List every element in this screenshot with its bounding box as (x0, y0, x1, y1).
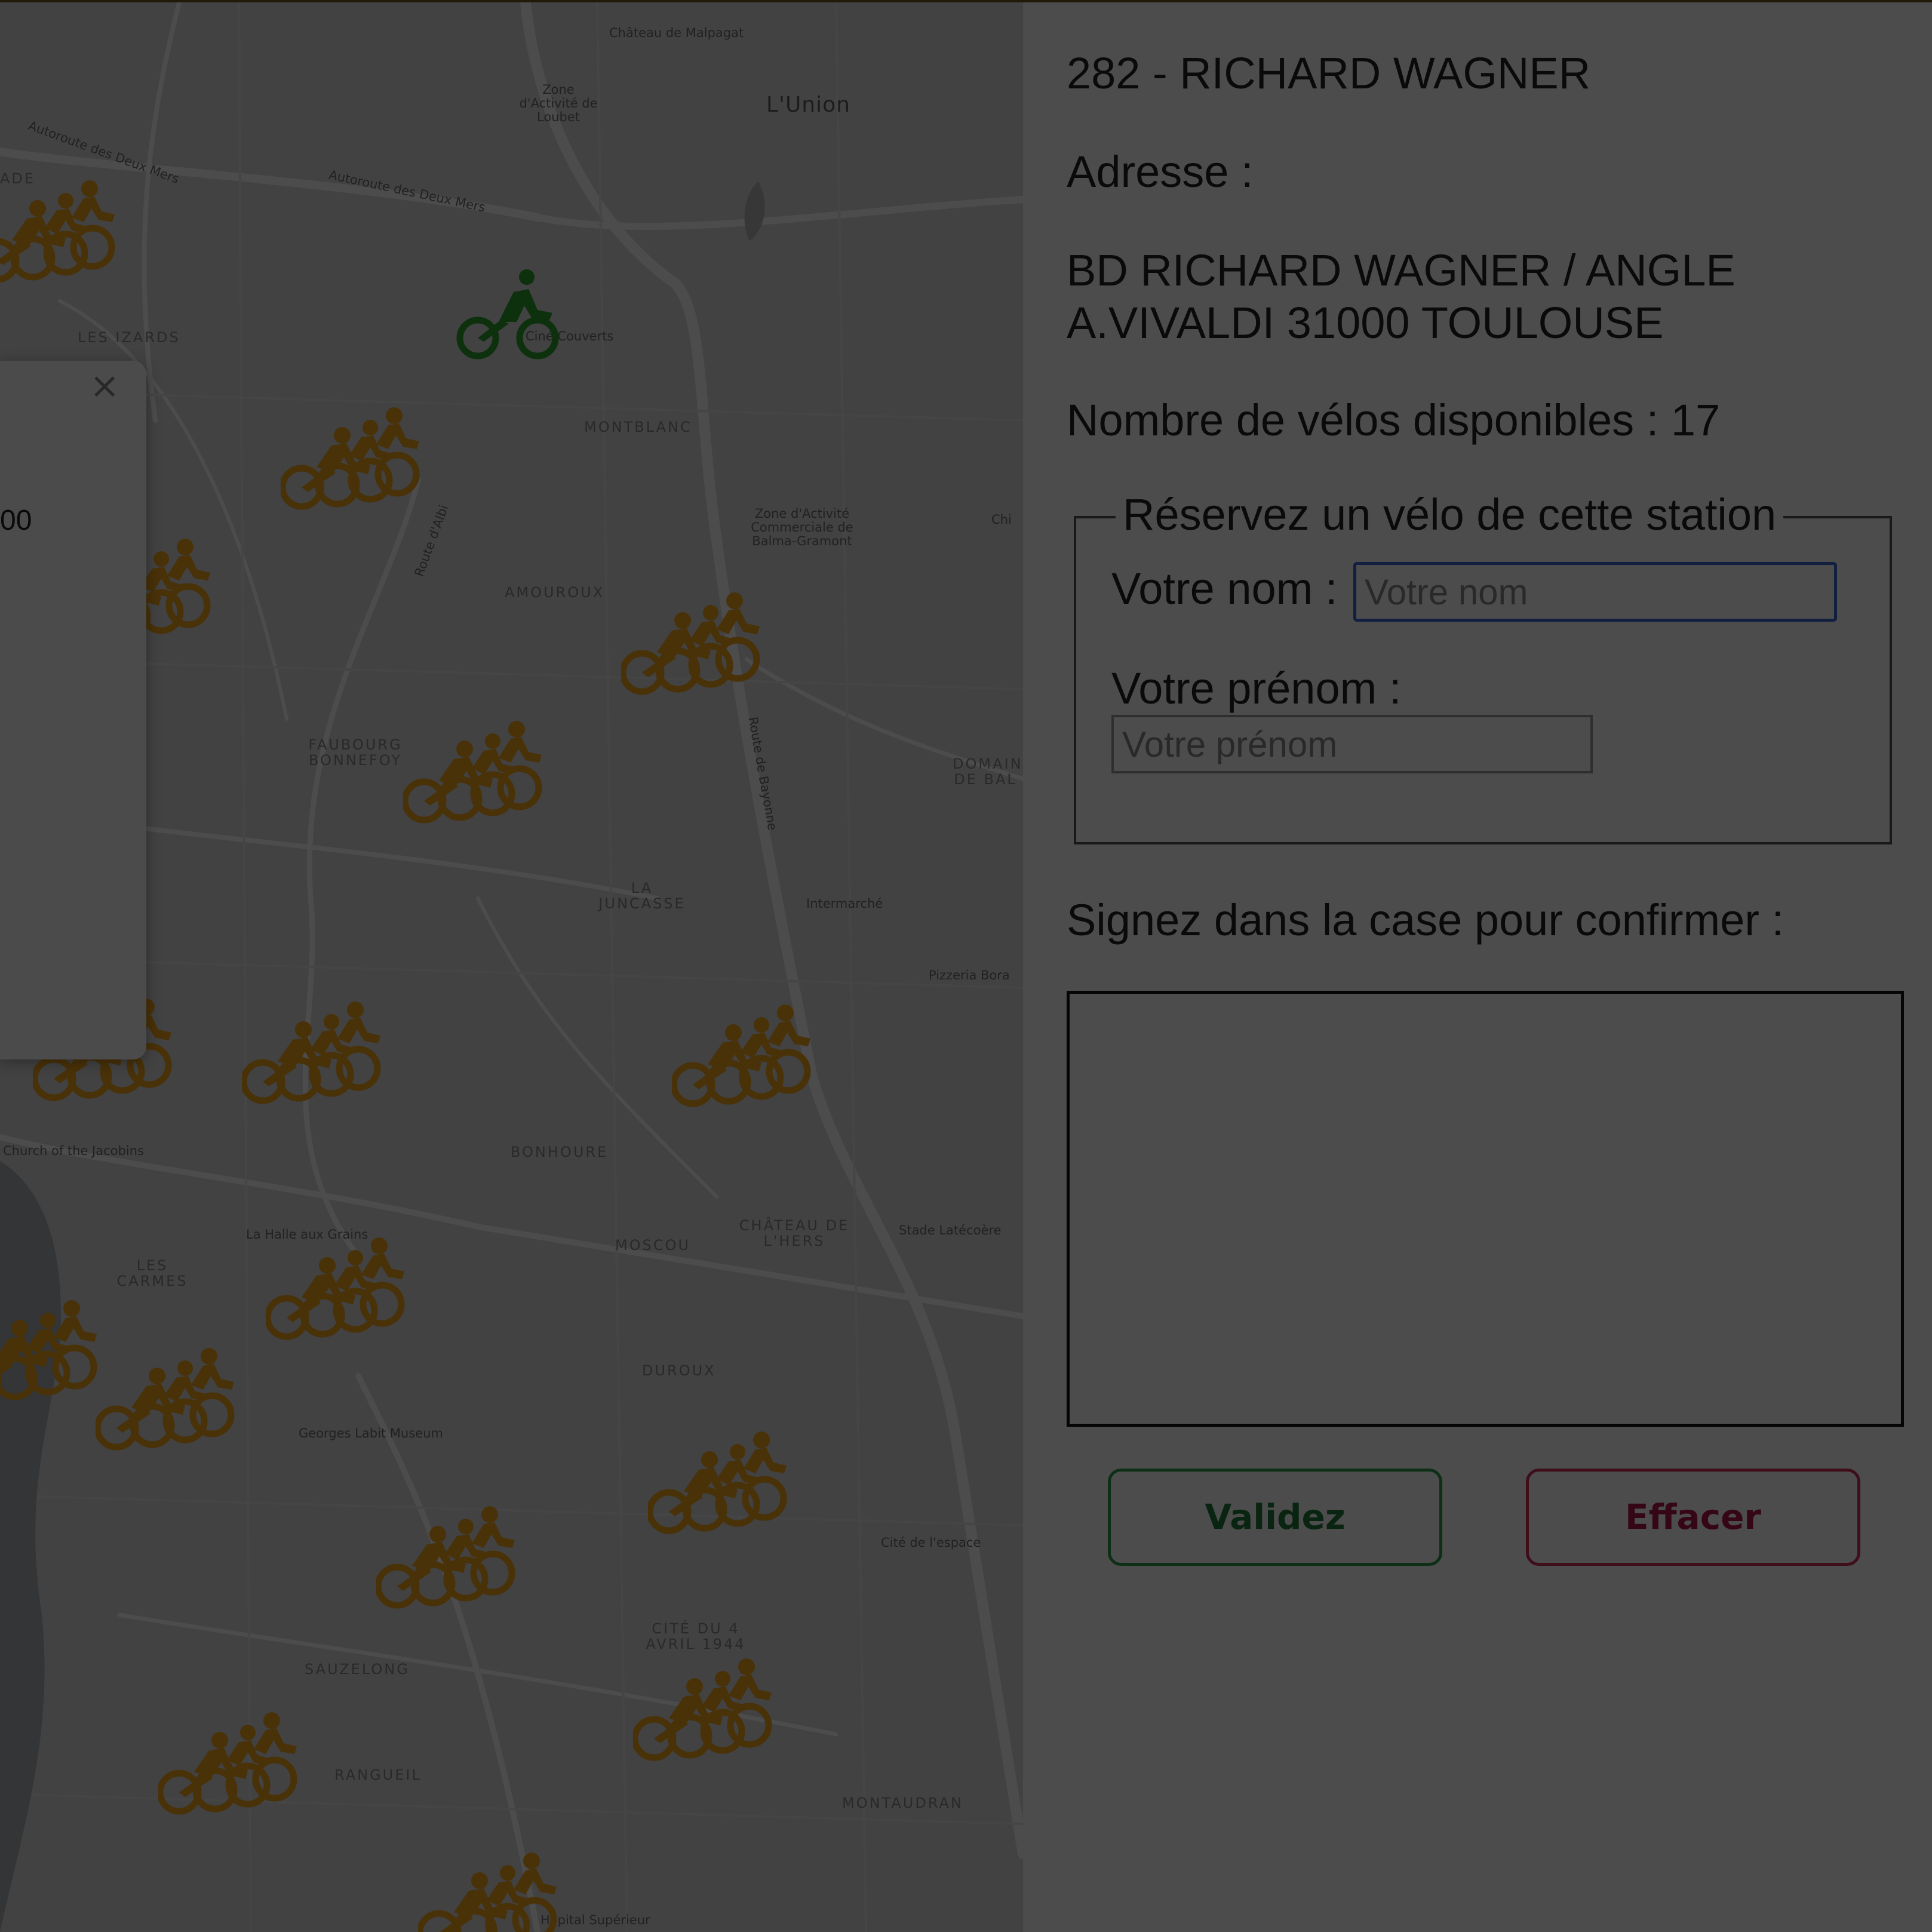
popup-text: 00 (0, 505, 32, 536)
bike-cluster-icon[interactable] (672, 1000, 815, 1137)
place-label: MOSCOU (615, 1237, 691, 1254)
place-label: Chi (991, 512, 1012, 527)
place-label: MONTBLANC (584, 419, 692, 435)
place-label: LES IZARDS (78, 329, 180, 346)
place-label: SAUZELONG (305, 1661, 410, 1678)
place-label: FAUBOURG BONNEFOY (308, 736, 403, 769)
prenom-label: Votre prénom : (1111, 664, 1402, 713)
bike-cluster-icon[interactable] (633, 1654, 776, 1791)
bike-cluster-icon[interactable] (376, 1501, 520, 1639)
place-label: LES CARMES (116, 1257, 188, 1290)
place-label: Zone d'Activité de Loubet (519, 82, 598, 125)
prenom-input[interactable] (1111, 715, 1593, 773)
bike-icon[interactable] (454, 265, 564, 364)
place-label: LA JUNCASSE (598, 880, 686, 913)
bike-cluster-icon[interactable] (0, 1295, 102, 1433)
place-label: Pizzeria Bora (929, 968, 1010, 982)
validate-button[interactable]: Validez (1108, 1469, 1442, 1566)
place-label: Cité de l'espace (881, 1535, 981, 1550)
address-line: A.VIVALDI 31000 TOULOUSE (1067, 298, 1664, 348)
place-label: Château de Malpagat (609, 26, 744, 40)
signature-canvas[interactable] (1067, 991, 1904, 1427)
reservation-legend: Réservez un vélo de cette station (1116, 489, 1784, 541)
place-label: Intermarché (806, 896, 883, 911)
place-label: RANGUEIL (334, 1767, 422, 1783)
address-line: BD RICHARD WAGNER / ANGLE (1067, 245, 1736, 295)
bike-cluster-icon[interactable] (281, 403, 424, 540)
map-popup: × 00 (0, 361, 146, 1059)
map[interactable]: Château de Malpagat Zone d'Activité de L… (0, 2, 1023, 1932)
nom-input[interactable] (1353, 562, 1837, 622)
place-label: Georges Labit Museum (299, 1426, 443, 1440)
bike-cluster-icon[interactable] (158, 1707, 302, 1845)
bike-cluster-icon[interactable] (96, 1343, 239, 1481)
address-label: Adresse : (1067, 147, 1254, 196)
place-label: AMOUROUX (505, 584, 605, 601)
clear-button[interactable]: Effacer (1526, 1469, 1860, 1566)
bikes-available: Nombre de vélos disponibles : 17 (1067, 395, 1721, 445)
place-label: Stade Latécoère (899, 1223, 1002, 1237)
bike-cluster-icon[interactable] (242, 997, 385, 1134)
signature-label: Signez dans la case pour confirmer : (1067, 895, 1784, 945)
place-label: Zone d'Activité Commerciale de Balma-Gra… (751, 506, 853, 549)
place-label: L'Union (766, 93, 850, 117)
place-label: CITÉ DU 4 AVRIL 1944 (646, 1620, 746, 1653)
bike-cluster-icon[interactable] (418, 1848, 561, 1932)
close-icon[interactable]: × (90, 368, 119, 404)
bike-cluster-icon[interactable] (648, 1427, 791, 1564)
place-label: DOMAINE DE BAL (953, 755, 1023, 788)
bike-cluster-icon[interactable] (0, 176, 119, 313)
bike-cluster-icon[interactable] (266, 1233, 409, 1370)
place-label: MONTAUDRAN (842, 1795, 963, 1811)
place-label: DUROUX (642, 1362, 716, 1379)
station-title: 282 - RICHARD WAGNER (1067, 48, 1591, 98)
place-label: BONHOURE (511, 1144, 609, 1160)
bike-cluster-icon[interactable] (403, 716, 546, 853)
place-label: Church of the Jacobins (3, 1144, 144, 1158)
nom-label: Votre nom : (1111, 564, 1338, 613)
place-label: CHÂTEAU DE L'HERS (739, 1217, 850, 1250)
station-panel: 282 - RICHARD WAGNER Adresse : BD RICHAR… (1023, 2, 1932, 1932)
bike-cluster-icon[interactable] (621, 588, 764, 725)
